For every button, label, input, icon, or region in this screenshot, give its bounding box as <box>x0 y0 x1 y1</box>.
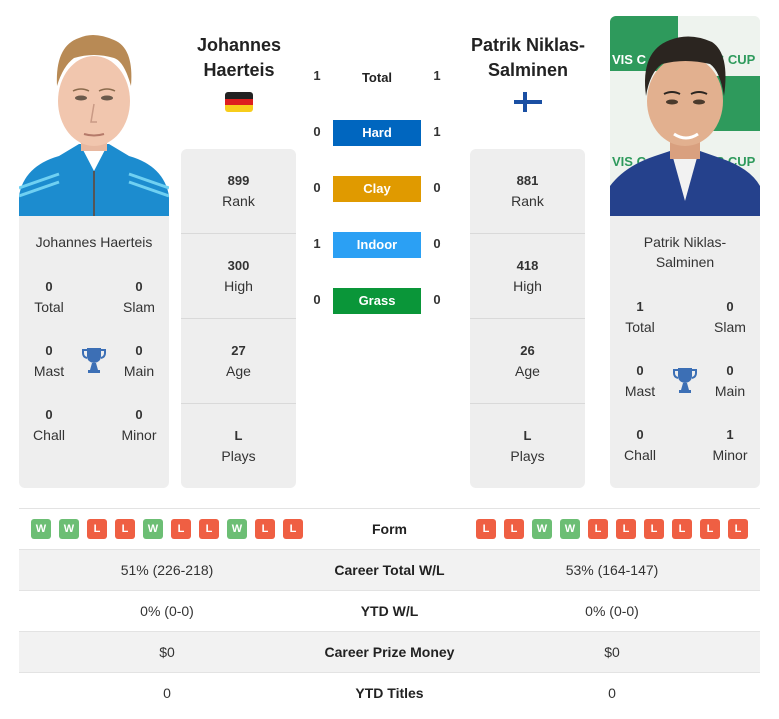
player1-rank: 899 Rank <box>222 173 255 209</box>
player1-plays: L Plays <box>221 428 256 464</box>
player1-form-badge-loss[interactable]: L <box>199 519 219 539</box>
player1-form-badge-loss[interactable]: L <box>171 519 191 539</box>
player1-age: 27 Age <box>226 343 251 379</box>
prize-money-row: $0 Career Prize Money $0 <box>19 632 760 673</box>
player1-form-badge-loss[interactable]: L <box>87 519 107 539</box>
h2h-hard-p1: 0 <box>313 124 321 139</box>
h2h-grass-p1: 0 <box>313 292 321 307</box>
player1-form-badge-win[interactable]: W <box>59 519 79 539</box>
divider <box>181 403 296 404</box>
player2-form-badge-loss[interactable]: L <box>700 519 720 539</box>
h2h-hard-p2: 1 <box>433 124 441 139</box>
player2-age: 26 Age <box>515 343 540 379</box>
player1-photo <box>19 16 169 216</box>
player2-high: 418 High <box>513 258 542 294</box>
player1-prize-money: $0 <box>159 644 175 660</box>
finland-flag-icon <box>514 92 542 112</box>
form-row: WWLLWLLWLL Form LLWWLLLLLL <box>19 509 760 550</box>
player2-card-name: Patrik Niklas- Salminen <box>643 234 727 270</box>
svg-text:VIS C: VIS C <box>612 52 647 67</box>
player2-ytd-titles: 0 <box>608 685 616 701</box>
h2h-clay-p1: 0 <box>313 180 321 195</box>
player2-plays: L Plays <box>510 428 545 464</box>
player2-form-badge-loss[interactable]: L <box>588 519 608 539</box>
player1-high: 300 High <box>224 258 253 294</box>
divider <box>470 403 585 404</box>
player1-titles-total: 0 Total <box>34 279 64 315</box>
surface-clay-badge[interactable]: Clay <box>333 176 421 202</box>
player2-form-badge-loss[interactable]: L <box>644 519 664 539</box>
player1-stats-panel: 899 Rank 300 High 27 Age L Plays <box>181 149 296 488</box>
surface-hard-badge[interactable]: Hard <box>333 120 421 146</box>
germany-flag-icon <box>225 92 253 112</box>
surface-grass-badge[interactable]: Grass <box>333 288 421 314</box>
player2-prize-money: $0 <box>604 644 620 660</box>
trophy-icon <box>673 367 697 393</box>
player2-form-badge-loss[interactable]: L <box>616 519 636 539</box>
player1-form-badge-loss[interactable]: L <box>255 519 275 539</box>
divider <box>181 318 296 319</box>
ytd-wl-label: YTD W/L <box>360 603 419 619</box>
h2h-indoor-p1: 1 <box>313 236 321 251</box>
h2h-indoor-p2: 0 <box>433 236 441 251</box>
player2-form-badge-win[interactable]: W <box>560 519 580 539</box>
player1-form-badge-win[interactable]: W <box>31 519 51 539</box>
player1-form-badge-loss[interactable]: L <box>115 519 135 539</box>
player2-form-badge-loss[interactable]: L <box>504 519 524 539</box>
prize-money-label: Career Prize Money <box>324 644 455 660</box>
player1-card: Johannes Haerteis 0 Total 0 Slam 0 Mast … <box>19 216 169 488</box>
career-wl-label: Career Total W/L <box>334 562 445 578</box>
player2-titles-main: 0 Main <box>714 363 746 399</box>
player1-ytd-wl: 0% (0-0) <box>140 603 194 619</box>
player2-form-badge-loss[interactable]: L <box>728 519 748 539</box>
player1-titles-mast: 0 Mast <box>33 343 65 379</box>
form-label: Form <box>372 521 407 537</box>
player1-titles-minor: 0 Minor <box>121 407 157 443</box>
h2h-total-p1: 1 <box>313 68 321 83</box>
player2-stats-panel: 881 Rank 418 High 26 Age L Plays <box>470 149 585 488</box>
ytd-titles-label: YTD Titles <box>355 685 424 701</box>
player2-name-link[interactable]: Patrik Niklas- Salminen <box>462 33 594 83</box>
h2h-total-label: Total <box>361 70 393 85</box>
player2-titles-mast: 0 Mast <box>624 363 656 399</box>
player2-card: Patrik Niklas- Salminen 1 Total 0 Slam 0… <box>610 216 760 488</box>
player1-titles-chall: 0 Chall <box>33 407 65 443</box>
divider <box>470 318 585 319</box>
divider <box>470 233 585 234</box>
player2-titles-chall: 0 Chall <box>624 427 656 463</box>
player2-titles-slam: 0 Slam <box>714 299 746 335</box>
player2-titles-total: 1 Total <box>625 299 655 335</box>
divider <box>181 233 296 234</box>
player1-titles-slam: 0 Slam <box>123 279 155 315</box>
ytd-wl-row: 0% (0-0) YTD W/L 0% (0-0) <box>19 591 760 632</box>
player2-rank: 881 Rank <box>511 173 544 209</box>
player1-career-wl: 51% (226-218) <box>120 562 214 578</box>
player1-form-badge-win[interactable]: W <box>227 519 247 539</box>
player1-ytd-titles: 0 <box>163 685 171 701</box>
player1-name-link[interactable]: Johannes Haerteis <box>180 33 298 83</box>
player1-titles-main: 0 Main <box>123 343 155 379</box>
player2-titles-minor: 1 Minor <box>712 427 748 463</box>
player2-career-wl: 53% (164-147) <box>565 562 659 578</box>
player1-form-badge-win[interactable]: W <box>143 519 163 539</box>
player1-form-badge-loss[interactable]: L <box>283 519 303 539</box>
player2-photo: VIS C IS CUP VIS C IS CUP <box>610 16 760 216</box>
career-wl-row: 51% (226-218) Career Total W/L 53% (164-… <box>19 550 760 591</box>
ytd-titles-row: 0 YTD Titles 0 <box>19 673 760 714</box>
h2h-grass-p2: 0 <box>433 292 441 307</box>
player2-form-badge-loss[interactable]: L <box>672 519 692 539</box>
player2-form-badge-win[interactable]: W <box>532 519 552 539</box>
player2-form-badge-loss[interactable]: L <box>476 519 496 539</box>
player1-card-name: Johannes Haerteis <box>35 234 153 250</box>
h2h-total-p2: 1 <box>433 68 441 83</box>
trophy-icon <box>82 347 106 373</box>
h2h-clay-p2: 0 <box>433 180 441 195</box>
player2-ytd-wl: 0% (0-0) <box>585 603 639 619</box>
surface-indoor-badge[interactable]: Indoor <box>333 232 421 258</box>
